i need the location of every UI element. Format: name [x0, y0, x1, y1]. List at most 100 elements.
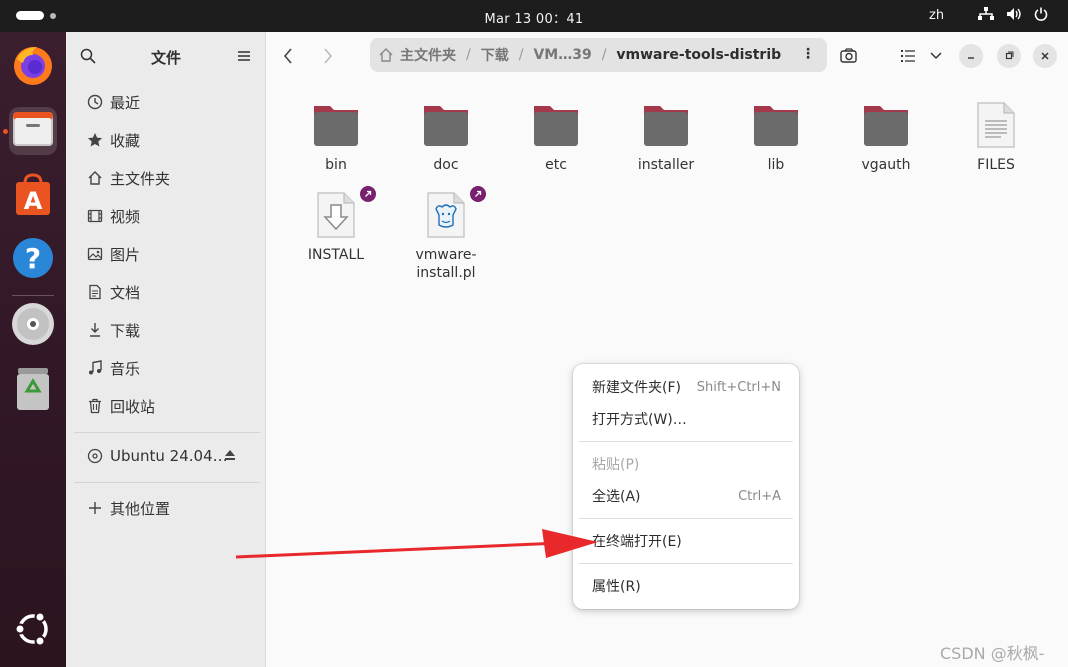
file-item-installer[interactable]: installer	[621, 100, 711, 174]
folder-icon	[642, 100, 690, 150]
maximize-button[interactable]	[997, 44, 1021, 68]
minimize-button[interactable]	[959, 44, 983, 68]
watermark: CSDN @秋枫-	[940, 644, 1045, 663]
system-tray[interactable]	[978, 7, 1048, 25]
app-center-icon: A	[13, 173, 53, 221]
file-item-install[interactable]: INSTALL	[291, 186, 381, 264]
sidebar-item-downloads[interactable]: 下载	[74, 313, 260, 347]
disc-icon	[11, 302, 55, 350]
breadcrumb-current[interactable]: vmware-tools-distrib	[616, 47, 781, 63]
file-item-files[interactable]: FILES	[951, 100, 1041, 174]
path-bar[interactable]: 主文件夹 / 下载 / VM…39 / vmware-tools-distrib…	[370, 38, 827, 72]
dock-trash[interactable]	[9, 367, 57, 415]
menu-separator	[579, 563, 793, 564]
sidebar-item-label: 主文件夹	[110, 169, 171, 188]
menu-item-properties[interactable]: 属性(R)	[579, 571, 793, 601]
menu-icon[interactable]	[234, 46, 254, 66]
music-icon	[86, 359, 104, 377]
file-item-etc[interactable]: etc	[511, 100, 601, 174]
close-button[interactable]	[1033, 44, 1057, 68]
network-icon	[978, 7, 994, 25]
folder-icon	[532, 100, 580, 150]
sidebar-item-starred[interactable]: 收藏	[74, 123, 260, 157]
search-files-button[interactable]	[838, 44, 862, 68]
menu-item-open-with[interactable]: 打开方式(W)…	[579, 404, 793, 434]
breadcrumb-vm[interactable]: VM…39	[533, 47, 591, 63]
sidebar-item-trash[interactable]: 回收站	[74, 389, 260, 423]
menu-item-new-folder[interactable]: 新建文件夹(F) Shift+Ctrl+N	[579, 372, 793, 402]
files-icon	[11, 109, 55, 153]
power-icon	[1034, 7, 1048, 25]
dock-firefox[interactable]	[9, 43, 57, 91]
menu-item-label: 属性(R)	[592, 579, 641, 595]
clock[interactable]: Mar 13 00：41	[0, 8, 1068, 27]
sidebar-item-label: 图片	[110, 245, 141, 264]
folder-icon	[312, 100, 360, 150]
sidebar-item-other-locations[interactable]: 其他位置	[74, 491, 260, 525]
firefox-icon	[11, 43, 55, 91]
file-name: etc	[545, 157, 567, 173]
sidebar-item-recent[interactable]: 最近	[74, 85, 260, 119]
dock-show-apps[interactable]	[9, 607, 57, 655]
sidebar-item-pictures[interactable]: 图片	[74, 237, 260, 271]
menu-item-select-all[interactable]: 全选(A) Ctrl+A	[579, 481, 793, 511]
back-button[interactable]	[276, 44, 300, 68]
menu-item-label: 在终端打开(E)	[592, 534, 682, 550]
clock-icon	[86, 93, 104, 111]
input-language[interactable]: zh	[929, 8, 944, 23]
dock-help[interactable]: ?	[9, 236, 57, 284]
menu-separator	[579, 518, 793, 519]
sidebar-item-label: 收藏	[110, 131, 141, 150]
svg-text:?: ?	[25, 242, 41, 275]
restore-icon	[1005, 51, 1014, 60]
menu-item-accelerator: Shift+Ctrl+N	[696, 379, 781, 395]
video-icon	[86, 207, 104, 225]
view-options-button[interactable]	[924, 44, 948, 68]
file-item-vmware-install[interactable]: vmware- install.pl	[401, 186, 491, 282]
trash-icon	[13, 366, 53, 416]
sidebar: 文件 最近 收藏 主文件夹 视频 图片 文档 下载 音乐 回收站 Ubuntu …	[66, 32, 266, 667]
eject-icon[interactable]	[224, 449, 236, 465]
file-item-vgauth[interactable]: vgauth	[841, 100, 931, 174]
menu-separator	[579, 441, 793, 442]
sidebar-item-label: 下载	[110, 321, 141, 340]
dock-separator	[12, 295, 54, 296]
dock-app-center[interactable]: A	[9, 173, 57, 221]
minimize-icon	[968, 57, 974, 59]
perl-script-icon	[422, 186, 486, 240]
sidebar-item-documents[interactable]: 文档	[74, 275, 260, 309]
sidebar-item-music[interactable]: 音乐	[74, 351, 260, 385]
breadcrumb-downloads[interactable]: 下载	[481, 45, 509, 65]
view-list-button[interactable]	[896, 44, 920, 68]
symlink-badge-icon	[470, 186, 486, 202]
sidebar-item-label: 其他位置	[110, 499, 171, 518]
dock-files[interactable]	[9, 107, 57, 155]
sidebar-separator	[74, 432, 260, 433]
menu-item-label: 全选(A)	[592, 489, 641, 505]
file-item-doc[interactable]: doc	[401, 100, 491, 174]
chevron-right-icon	[324, 48, 333, 64]
document-icon	[86, 283, 104, 301]
file-item-lib[interactable]: lib	[731, 100, 821, 174]
help-icon: ?	[11, 236, 55, 284]
sidebar-item-label: Ubuntu 24.04…	[110, 447, 228, 465]
file-name: vgauth	[861, 157, 911, 173]
sidebar-item-label: 视频	[110, 207, 141, 226]
dock: A ?	[0, 32, 66, 667]
file-name: lib	[767, 157, 785, 173]
camera-search-icon	[840, 48, 857, 63]
header-bar: 主文件夹 / 下载 / VM…39 / vmware-tools-distrib…	[266, 32, 1068, 80]
sidebar-item-videos[interactable]: 视频	[74, 199, 260, 233]
sidebar-item-home[interactable]: 主文件夹	[74, 161, 260, 195]
breadcrumb-home[interactable]: 主文件夹	[400, 45, 456, 65]
dock-disc[interactable]	[9, 302, 57, 350]
file-name: vmware- install.pl	[415, 247, 477, 281]
forward-button[interactable]	[316, 44, 340, 68]
home-icon	[378, 47, 394, 63]
sidebar-item-ubuntu-disc[interactable]: Ubuntu 24.04…	[74, 439, 260, 473]
symlink-badge-icon	[360, 186, 376, 202]
path-menu-button[interactable]: ⋮	[801, 46, 815, 62]
file-item-bin[interactable]: bin	[291, 100, 381, 174]
menu-item-open-in-terminal[interactable]: 在终端打开(E)	[579, 526, 793, 556]
breadcrumb-separator: /	[466, 47, 471, 63]
